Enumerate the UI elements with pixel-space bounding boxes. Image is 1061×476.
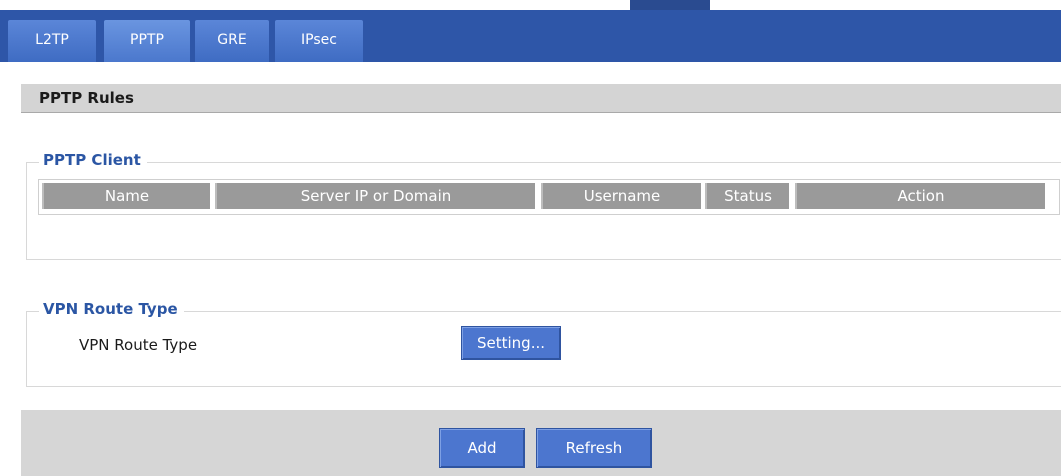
tab-pptp[interactable]: PPTP	[104, 20, 190, 62]
setting-button[interactable]: Setting...	[461, 326, 561, 360]
pptp-client-group: PPTP Client Name Server IP or Domain Use…	[26, 151, 1061, 260]
vpn-route-type-label: VPN Route Type	[79, 336, 198, 354]
tab-ipsec[interactable]: IPsec	[275, 20, 363, 62]
vpn-route-type-group: VPN Route Type VPN Route Type Setting...	[26, 300, 1061, 387]
refresh-button[interactable]: Refresh	[536, 428, 652, 468]
tab-bar: L2TP PPTP GRE IPsec	[0, 0, 1061, 62]
tab-bar-top-strip	[0, 0, 1061, 10]
pptp-client-legend: PPTP Client	[39, 151, 147, 169]
column-header-username: Username	[541, 183, 703, 209]
tab-bar-top-accent	[630, 0, 710, 10]
column-header-status: Status	[705, 183, 791, 209]
add-button[interactable]: Add	[439, 428, 525, 468]
column-header-name: Name	[42, 183, 212, 209]
section-title: PPTP Rules	[39, 89, 134, 107]
client-table-header: Name Server IP or Domain Username Status…	[38, 179, 1060, 215]
vpn-route-type-legend: VPN Route Type	[39, 300, 184, 318]
column-header-action: Action	[795, 183, 1047, 209]
section-header: PPTP Rules	[21, 84, 1061, 113]
tab-gre[interactable]: GRE	[195, 20, 269, 62]
column-header-server: Server IP or Domain	[215, 183, 537, 209]
tab-l2tp[interactable]: L2TP	[8, 20, 96, 62]
footer-bar: Add Refresh	[21, 410, 1061, 476]
